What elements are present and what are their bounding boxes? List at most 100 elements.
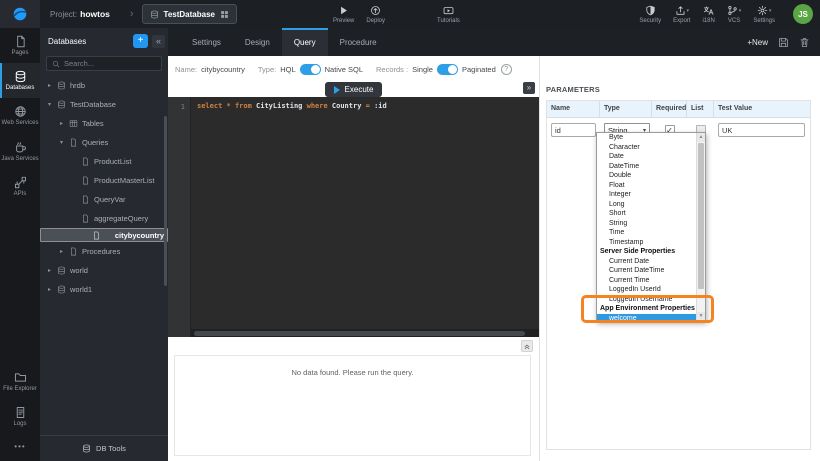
tree-item-tables[interactable]: ▸Tables	[40, 114, 168, 133]
dropdown-scroll-thumb[interactable]	[698, 143, 704, 289]
dropdown-option-byte[interactable]: Byte	[597, 133, 696, 143]
dropdown-option-float[interactable]: Float	[597, 181, 696, 191]
chevron-down-icon[interactable]: ▾	[46, 101, 53, 108]
scroll-up-icon[interactable]: ▲	[697, 133, 705, 142]
tree-item-label: world	[70, 266, 88, 275]
dropdown-option-current-time[interactable]: Current Time	[597, 276, 696, 286]
topbar-action-export[interactable]: ▾Export	[673, 5, 690, 24]
tab-design[interactable]: Design	[233, 28, 282, 56]
type-option-nativesql[interactable]: Native SQL	[325, 65, 363, 74]
topbar-action-preview[interactable]: Preview	[333, 5, 354, 24]
panel-scrollbar[interactable]	[164, 116, 167, 286]
database-tree: ▸hrdb▾TestDatabase▸Tables▾QueriesProduct…	[40, 74, 168, 435]
editor-hscrollbar[interactable]	[191, 329, 539, 337]
sql-code[interactable]: select * from CityListing where Country …	[191, 97, 539, 337]
dropdown-option-string[interactable]: String	[597, 219, 696, 229]
records-option-paginated[interactable]: Paginated	[462, 65, 496, 74]
sidebar-item-databases[interactable]: Databases	[0, 63, 40, 98]
dropdown-option-double[interactable]: Double	[597, 171, 696, 181]
logs-icon	[14, 406, 27, 419]
db-tools-button[interactable]: DB Tools	[40, 435, 168, 461]
topbar-action-security[interactable]: Security	[639, 5, 661, 24]
dropdown-option-welcome[interactable]: welcome	[597, 314, 696, 324]
dropdown-option-current-datetime[interactable]: Current DateTime	[597, 266, 696, 276]
tree-item-aggregatequery[interactable]: aggregateQuery	[40, 209, 168, 228]
database-tab-label: TestDatabase	[164, 10, 215, 19]
chevron-right-icon[interactable]: ▸	[46, 82, 53, 89]
chevron-right-icon[interactable]: ▸	[46, 286, 53, 293]
topbar-action-vcs[interactable]: ▾VCS	[727, 5, 742, 24]
sidebar-item-file-explorer[interactable]: File Explorer	[0, 364, 40, 399]
dropdown-option-short[interactable]: Short	[597, 209, 696, 219]
chevron-right-icon[interactable]: ▸	[46, 267, 53, 274]
search-input[interactable]	[64, 59, 156, 68]
dropdown-option-character[interactable]: Character	[597, 143, 696, 153]
sidebar-item-web-services[interactable]: Web Services	[0, 98, 40, 133]
tree-item-testdatabase[interactable]: ▾TestDatabase	[40, 95, 168, 114]
tab-settings[interactable]: Settings	[180, 28, 233, 56]
records-toggle[interactable]	[437, 64, 458, 75]
tab-procedure[interactable]: Procedure	[328, 28, 389, 56]
dropdown-scrollbar[interactable]: ▲ ▼	[696, 133, 705, 321]
dropdown-option-loggedin-userid[interactable]: LoggedIn UserId	[597, 285, 696, 295]
sidebar-item-pages[interactable]: Pages	[0, 28, 40, 63]
parameters-collapse-button[interactable]: »	[523, 82, 535, 94]
grid-switcher-icon[interactable]	[220, 10, 229, 19]
query-name-value[interactable]: citybycountry	[201, 65, 245, 74]
tree-item-productlist[interactable]: ProductList	[40, 152, 168, 171]
tree-item-productmasterlist[interactable]: ProductMasterList	[40, 171, 168, 190]
dropdown-option-date[interactable]: Date	[597, 152, 696, 162]
coffee-icon	[14, 141, 27, 154]
editor-hscroll-thumb[interactable]	[194, 331, 525, 336]
topbar-action-tutorials[interactable]: Tutorials	[437, 5, 460, 24]
new-query-button[interactable]: +New	[747, 38, 768, 47]
collapse-results-button[interactable]	[521, 340, 533, 352]
help-icon[interactable]: ?	[501, 64, 512, 75]
tree-item-world1[interactable]: ▸world1	[40, 280, 168, 299]
dropdown-option-loggedin-username[interactable]: LoggedIn Username	[597, 295, 696, 305]
save-icon[interactable]	[778, 37, 789, 48]
tree-item-hrdb[interactable]: ▸hrdb	[40, 76, 168, 95]
dropdown-option-datetime[interactable]: DateTime	[597, 162, 696, 172]
tree-item-citybycountry[interactable]: citybycountry	[40, 228, 168, 242]
panel-collapse-button[interactable]: «	[152, 35, 165, 48]
tree-item-procedures[interactable]: ▸Procedures	[40, 242, 168, 261]
app-logo[interactable]	[0, 0, 40, 28]
topbar-action-settings[interactable]: ▾Settings	[753, 5, 775, 24]
type-option-hql[interactable]: HQL	[280, 65, 295, 74]
sidebar-item-java-services[interactable]: Java Services	[0, 134, 40, 169]
dropdown-option-current-date[interactable]: Current Date	[597, 257, 696, 267]
sql-keyword: select	[197, 102, 222, 110]
add-database-button[interactable]: +	[133, 34, 148, 48]
file-icon	[81, 195, 90, 204]
execute-button[interactable]: Execute	[325, 82, 383, 97]
param-name-input[interactable]	[551, 123, 596, 137]
param-test-value-input[interactable]	[718, 123, 805, 137]
sidebar-item-logs[interactable]: Logs	[0, 399, 40, 434]
sql-editor[interactable]: 1 select * from CityListing where Countr…	[168, 97, 539, 337]
trash-icon[interactable]	[799, 37, 810, 48]
topbar-action-deploy[interactable]: Deploy	[366, 5, 385, 24]
topbar-tutorials: Tutorials	[437, 5, 460, 24]
dropdown-option-timestamp[interactable]: Timestamp	[597, 238, 696, 248]
tab-query[interactable]: Query	[282, 28, 328, 56]
tree-item-queries[interactable]: ▾Queries	[40, 133, 168, 152]
user-avatar[interactable]: JS	[793, 4, 813, 24]
dropdown-option-integer[interactable]: Integer	[597, 190, 696, 200]
chevron-right-icon[interactable]: ▸	[58, 248, 65, 255]
scroll-down-icon[interactable]: ▼	[697, 312, 705, 321]
chevron-right-icon[interactable]: ▸	[58, 120, 65, 127]
records-option-single[interactable]: Single	[412, 65, 433, 74]
tree-item-world[interactable]: ▸ world	[40, 261, 168, 280]
topbar-action-i18n[interactable]: i18N	[702, 5, 714, 24]
panel-search[interactable]	[46, 56, 162, 71]
chevron-down-icon[interactable]: ▾	[58, 139, 65, 146]
database-context-tab[interactable]: TestDatabase	[142, 4, 237, 24]
dropdown-option-time[interactable]: Time	[597, 228, 696, 238]
rail-more-button[interactable]: •••	[0, 434, 40, 461]
type-toggle[interactable]	[300, 64, 321, 75]
tree-item-queryvar[interactable]: QueryVar	[40, 190, 168, 209]
api-icon	[14, 176, 27, 189]
dropdown-option-long[interactable]: Long	[597, 200, 696, 210]
sidebar-item-apis[interactable]: APIs	[0, 169, 40, 204]
